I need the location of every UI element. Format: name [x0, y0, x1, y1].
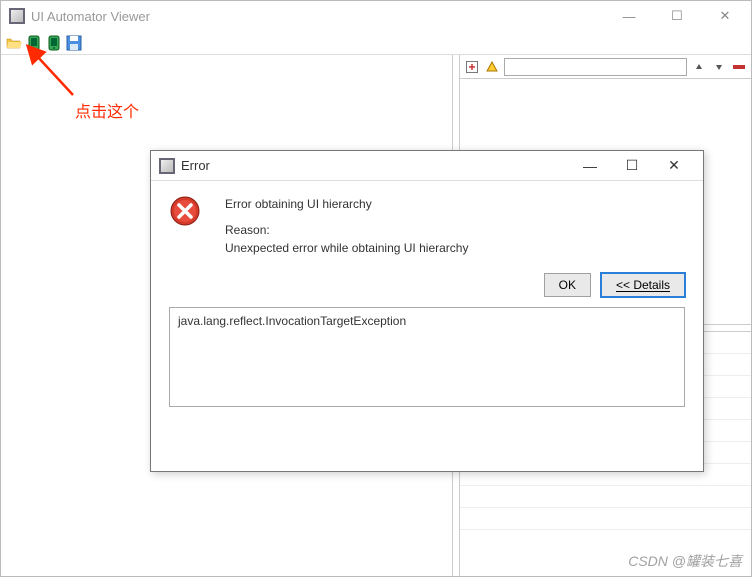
delete-icon[interactable] — [731, 59, 747, 75]
open-folder-icon[interactable] — [5, 34, 23, 52]
app-icon — [9, 8, 25, 24]
search-input[interactable] — [504, 58, 687, 76]
save-icon[interactable] — [65, 34, 83, 52]
exception-text: java.lang.reflect.InvocationTargetExcept… — [178, 314, 676, 328]
expand-all-icon[interactable] — [464, 59, 480, 75]
device-screenshot-compressed-icon[interactable] — [45, 34, 63, 52]
dialog-buttons: OK << Details — [169, 273, 685, 297]
dialog-body: Error obtaining UI hierarchy Reason: Une… — [151, 181, 703, 417]
watermark: CSDN @罐装七喜 — [628, 551, 742, 571]
reason-label: Reason: — [225, 221, 685, 239]
toggle-naf-icon[interactable] — [484, 59, 500, 75]
minimize-button[interactable]: — — [611, 4, 647, 28]
annotation-click-this: 点击这个 — [75, 98, 139, 122]
error-icon-wrap — [169, 195, 209, 257]
close-button[interactable]: ✕ — [707, 4, 743, 28]
device-screenshot-icon[interactable] — [25, 34, 43, 52]
dialog-title-left: Error — [159, 158, 569, 174]
dialog-title: Error — [181, 158, 210, 173]
window-controls: — ☐ ✕ — [611, 4, 743, 28]
reason-text: Unexpected error while obtaining UI hier… — [225, 239, 685, 257]
dialog-titlebar: Error — ☐ ✕ — [151, 151, 703, 181]
collapse-icon[interactable] — [691, 59, 707, 75]
main-title: UI Automator Viewer — [31, 9, 150, 24]
dialog-close-button[interactable]: ✕ — [653, 152, 695, 180]
table-row — [460, 508, 751, 530]
titlebar-left: UI Automator Viewer — [9, 8, 611, 24]
main-titlebar: UI Automator Viewer — ☐ ✕ — [1, 1, 751, 31]
maximize-button[interactable]: ☐ — [659, 4, 695, 28]
table-row — [460, 486, 751, 508]
error-message-text: Error obtaining UI hierarchy Reason: Une… — [225, 195, 685, 257]
dialog-minimize-button[interactable]: — — [569, 152, 611, 180]
error-dialog: Error — ☐ ✕ Error obtaining UI hierarchy… — [150, 150, 704, 472]
hierarchy-toolbar — [460, 55, 751, 79]
dialog-app-icon — [159, 158, 175, 174]
ok-button[interactable]: OK — [544, 273, 591, 297]
details-button[interactable]: << Details — [601, 273, 685, 297]
error-heading: Error obtaining UI hierarchy — [225, 195, 685, 213]
details-textarea[interactable]: java.lang.reflect.InvocationTargetExcept… — [169, 307, 685, 407]
dialog-controls: — ☐ ✕ — [569, 152, 695, 180]
toolbar — [1, 31, 751, 55]
dialog-maximize-button[interactable]: ☐ — [611, 152, 653, 180]
error-icon — [169, 195, 201, 227]
expand-icon[interactable] — [711, 59, 727, 75]
